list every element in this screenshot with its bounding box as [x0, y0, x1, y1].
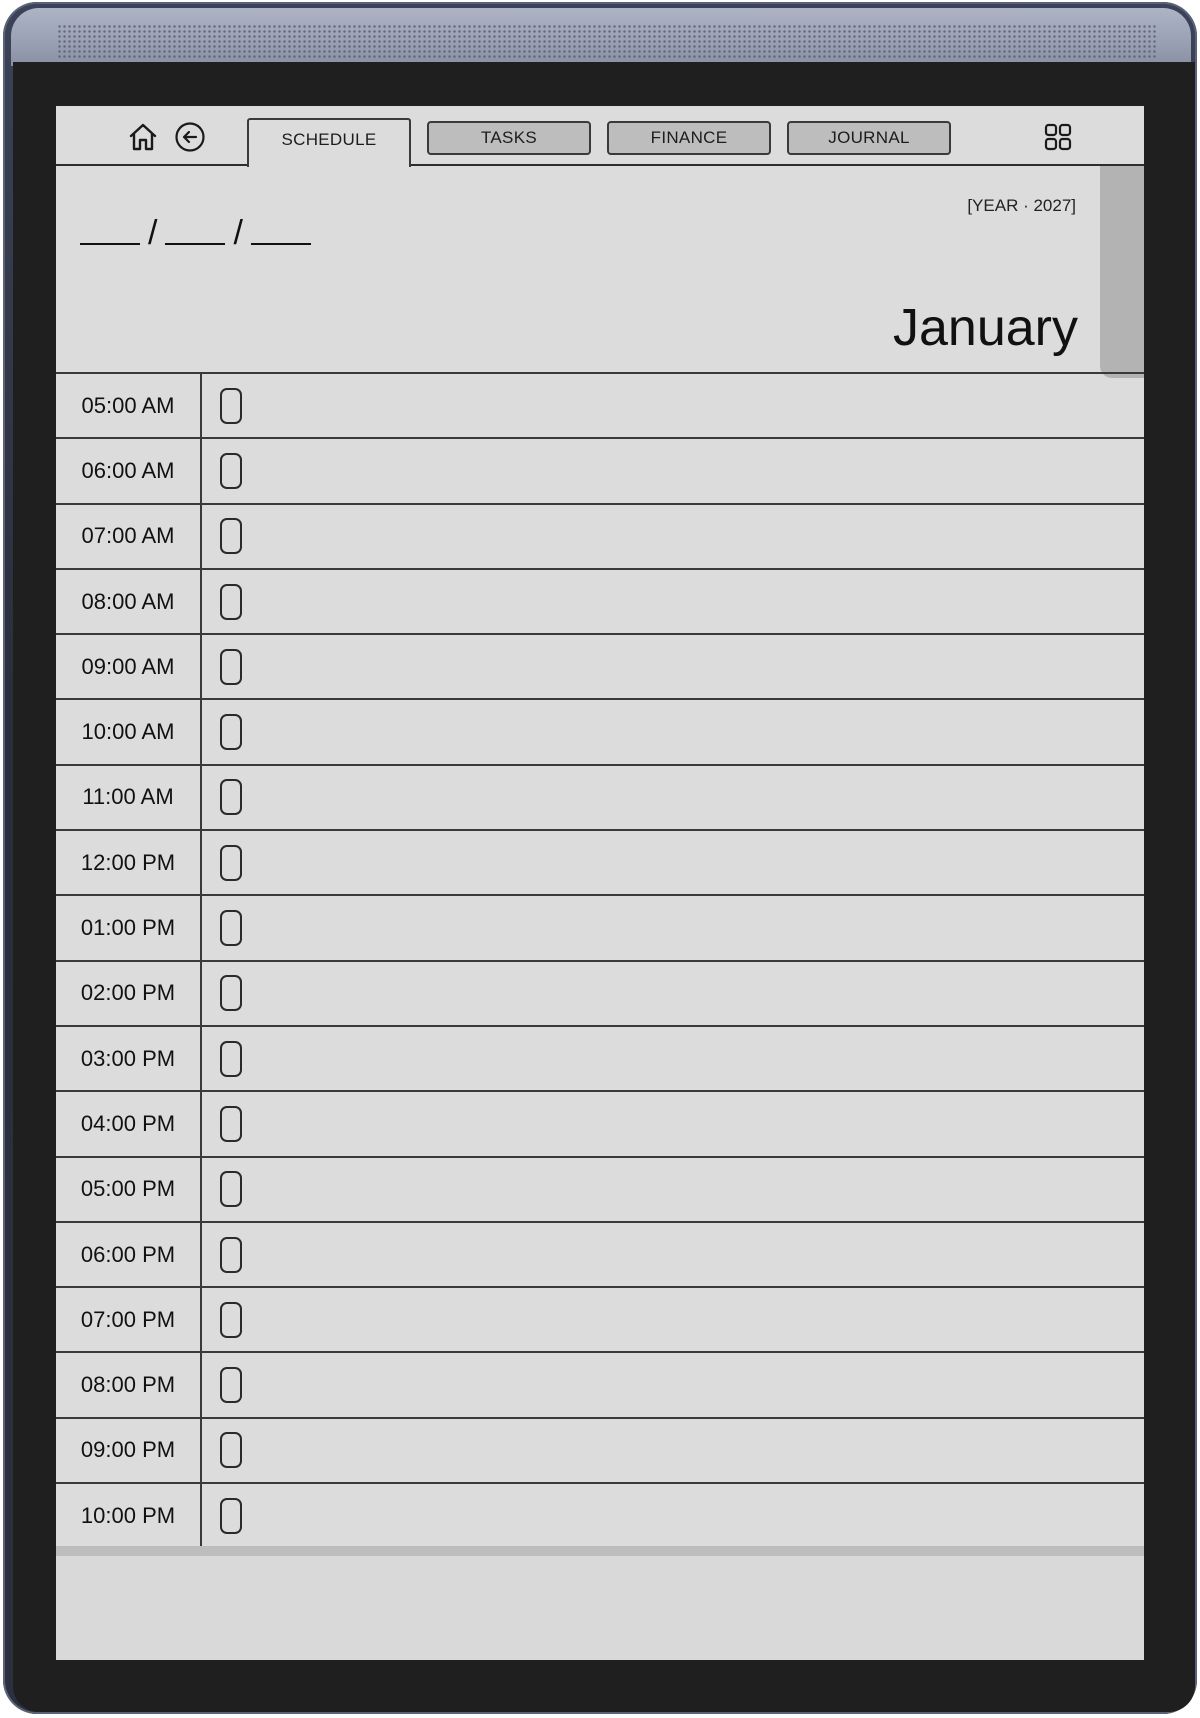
- checkbox[interactable]: [220, 1432, 242, 1469]
- time-label: 03:00 PM: [56, 1026, 202, 1091]
- checkbox[interactable]: [220, 844, 242, 881]
- schedule-row[interactable]: 05:00 PM: [56, 1157, 1144, 1223]
- schedule-row[interactable]: 12:00 PM: [56, 831, 1144, 897]
- checkbox[interactable]: [220, 1105, 242, 1142]
- tab-tasks[interactable]: TASKS: [427, 121, 591, 155]
- checkbox[interactable]: [220, 518, 242, 555]
- time-label: 04:00 PM: [56, 1092, 202, 1156]
- scrollbar-thumb[interactable]: [1100, 166, 1144, 378]
- date-separator: /: [233, 214, 243, 252]
- checkbox[interactable]: [220, 779, 242, 816]
- schedule-row[interactable]: 01:00 PM: [56, 896, 1144, 962]
- bottom-divider-bar: [56, 1546, 1144, 1556]
- schedule-row[interactable]: 07:00 PM: [56, 1288, 1144, 1354]
- time-label: 01:00 PM: [56, 896, 202, 960]
- back-button[interactable]: [174, 121, 206, 153]
- schedule-row[interactable]: 06:00 PM: [56, 1222, 1144, 1289]
- top-navigation: SCHEDULE TASKS FINANCE JOURNAL: [56, 106, 1144, 167]
- checkbox[interactable]: [220, 1236, 242, 1273]
- schedule-row[interactable]: 11:00 AM: [56, 765, 1144, 832]
- date-field[interactable]: / /: [80, 214, 311, 252]
- time-label: 12:00 PM: [56, 831, 202, 895]
- grid-icon: [1044, 123, 1072, 151]
- schedule-row[interactable]: 09:00 PM: [56, 1418, 1144, 1485]
- home-icon: [129, 123, 157, 151]
- time-label: 08:00 AM: [56, 569, 202, 634]
- time-label: 02:00 PM: [56, 961, 202, 1025]
- time-label: 09:00 AM: [56, 635, 202, 699]
- time-label: 07:00 PM: [56, 1288, 202, 1352]
- date-separator: /: [148, 214, 158, 252]
- checkbox[interactable]: [220, 1040, 242, 1077]
- schedule-row[interactable]: 04:00 PM: [56, 1092, 1144, 1158]
- date-blank-year: [250, 243, 311, 245]
- schedule-row[interactable]: 07:00 AM: [56, 504, 1144, 570]
- year-label[interactable]: [YEAR · 2027]: [967, 196, 1076, 216]
- schedule-row[interactable]: 10:00 AM: [56, 700, 1144, 766]
- bottom-blank-area: [56, 1556, 1144, 1660]
- home-button[interactable]: [126, 120, 160, 154]
- checkbox[interactable]: [220, 387, 242, 424]
- time-label: 06:00 PM: [56, 1222, 202, 1287]
- grid-menu-button[interactable]: [1041, 120, 1075, 154]
- date-blank-day: [80, 243, 140, 245]
- schedule-row[interactable]: 08:00 PM: [56, 1353, 1144, 1419]
- schedule-row[interactable]: 10:00 PM: [56, 1484, 1144, 1550]
- checkbox[interactable]: [220, 1367, 242, 1404]
- schedule-row[interactable]: 08:00 AM: [56, 569, 1144, 636]
- time-label: 07:00 AM: [56, 504, 202, 568]
- tab-finance[interactable]: FINANCE: [607, 121, 771, 155]
- time-label: 05:00 AM: [56, 374, 202, 438]
- schedule-row[interactable]: 09:00 AM: [56, 635, 1144, 701]
- time-label: 06:00 AM: [56, 439, 202, 503]
- schedule-row[interactable]: 05:00 AM: [56, 374, 1144, 440]
- checkbox[interactable]: [220, 648, 242, 685]
- checkbox[interactable]: [220, 975, 242, 1012]
- time-label: 10:00 PM: [56, 1484, 202, 1548]
- planner-screen: SCHEDULE TASKS FINANCE JOURNAL / / [YEAR…: [56, 106, 1144, 1660]
- checkbox[interactable]: [220, 1171, 242, 1208]
- back-arrow-icon: [175, 122, 205, 152]
- time-label: 09:00 PM: [56, 1418, 202, 1483]
- tab-journal[interactable]: JOURNAL: [787, 121, 951, 155]
- checkbox[interactable]: [220, 714, 242, 751]
- tablet-top-cap: [11, 8, 1191, 66]
- month-title[interactable]: January: [893, 298, 1078, 358]
- day-header: / / [YEAR · 2027] January: [56, 166, 1144, 378]
- schedule-row[interactable]: 06:00 AM: [56, 439, 1144, 505]
- date-blank-month: [165, 243, 226, 245]
- checkbox[interactable]: [220, 1301, 242, 1338]
- tab-schedule[interactable]: SCHEDULE: [247, 118, 411, 167]
- speaker-grille: [57, 24, 1157, 58]
- time-label: 10:00 AM: [56, 700, 202, 764]
- time-label: 11:00 AM: [56, 765, 202, 830]
- checkbox[interactable]: [220, 452, 242, 489]
- checkbox[interactable]: [220, 583, 242, 620]
- schedule-row[interactable]: 03:00 PM: [56, 1026, 1144, 1093]
- schedule-row[interactable]: 02:00 PM: [56, 961, 1144, 1027]
- time-label: 05:00 PM: [56, 1157, 202, 1221]
- checkbox[interactable]: [220, 910, 242, 947]
- time-label: 08:00 PM: [56, 1353, 202, 1417]
- checkbox[interactable]: [220, 1497, 242, 1534]
- schedule-list: 05:00 AM 06:00 AM 07:00 AM 08:00 AM 09:00 AM…: [56, 374, 1144, 1550]
